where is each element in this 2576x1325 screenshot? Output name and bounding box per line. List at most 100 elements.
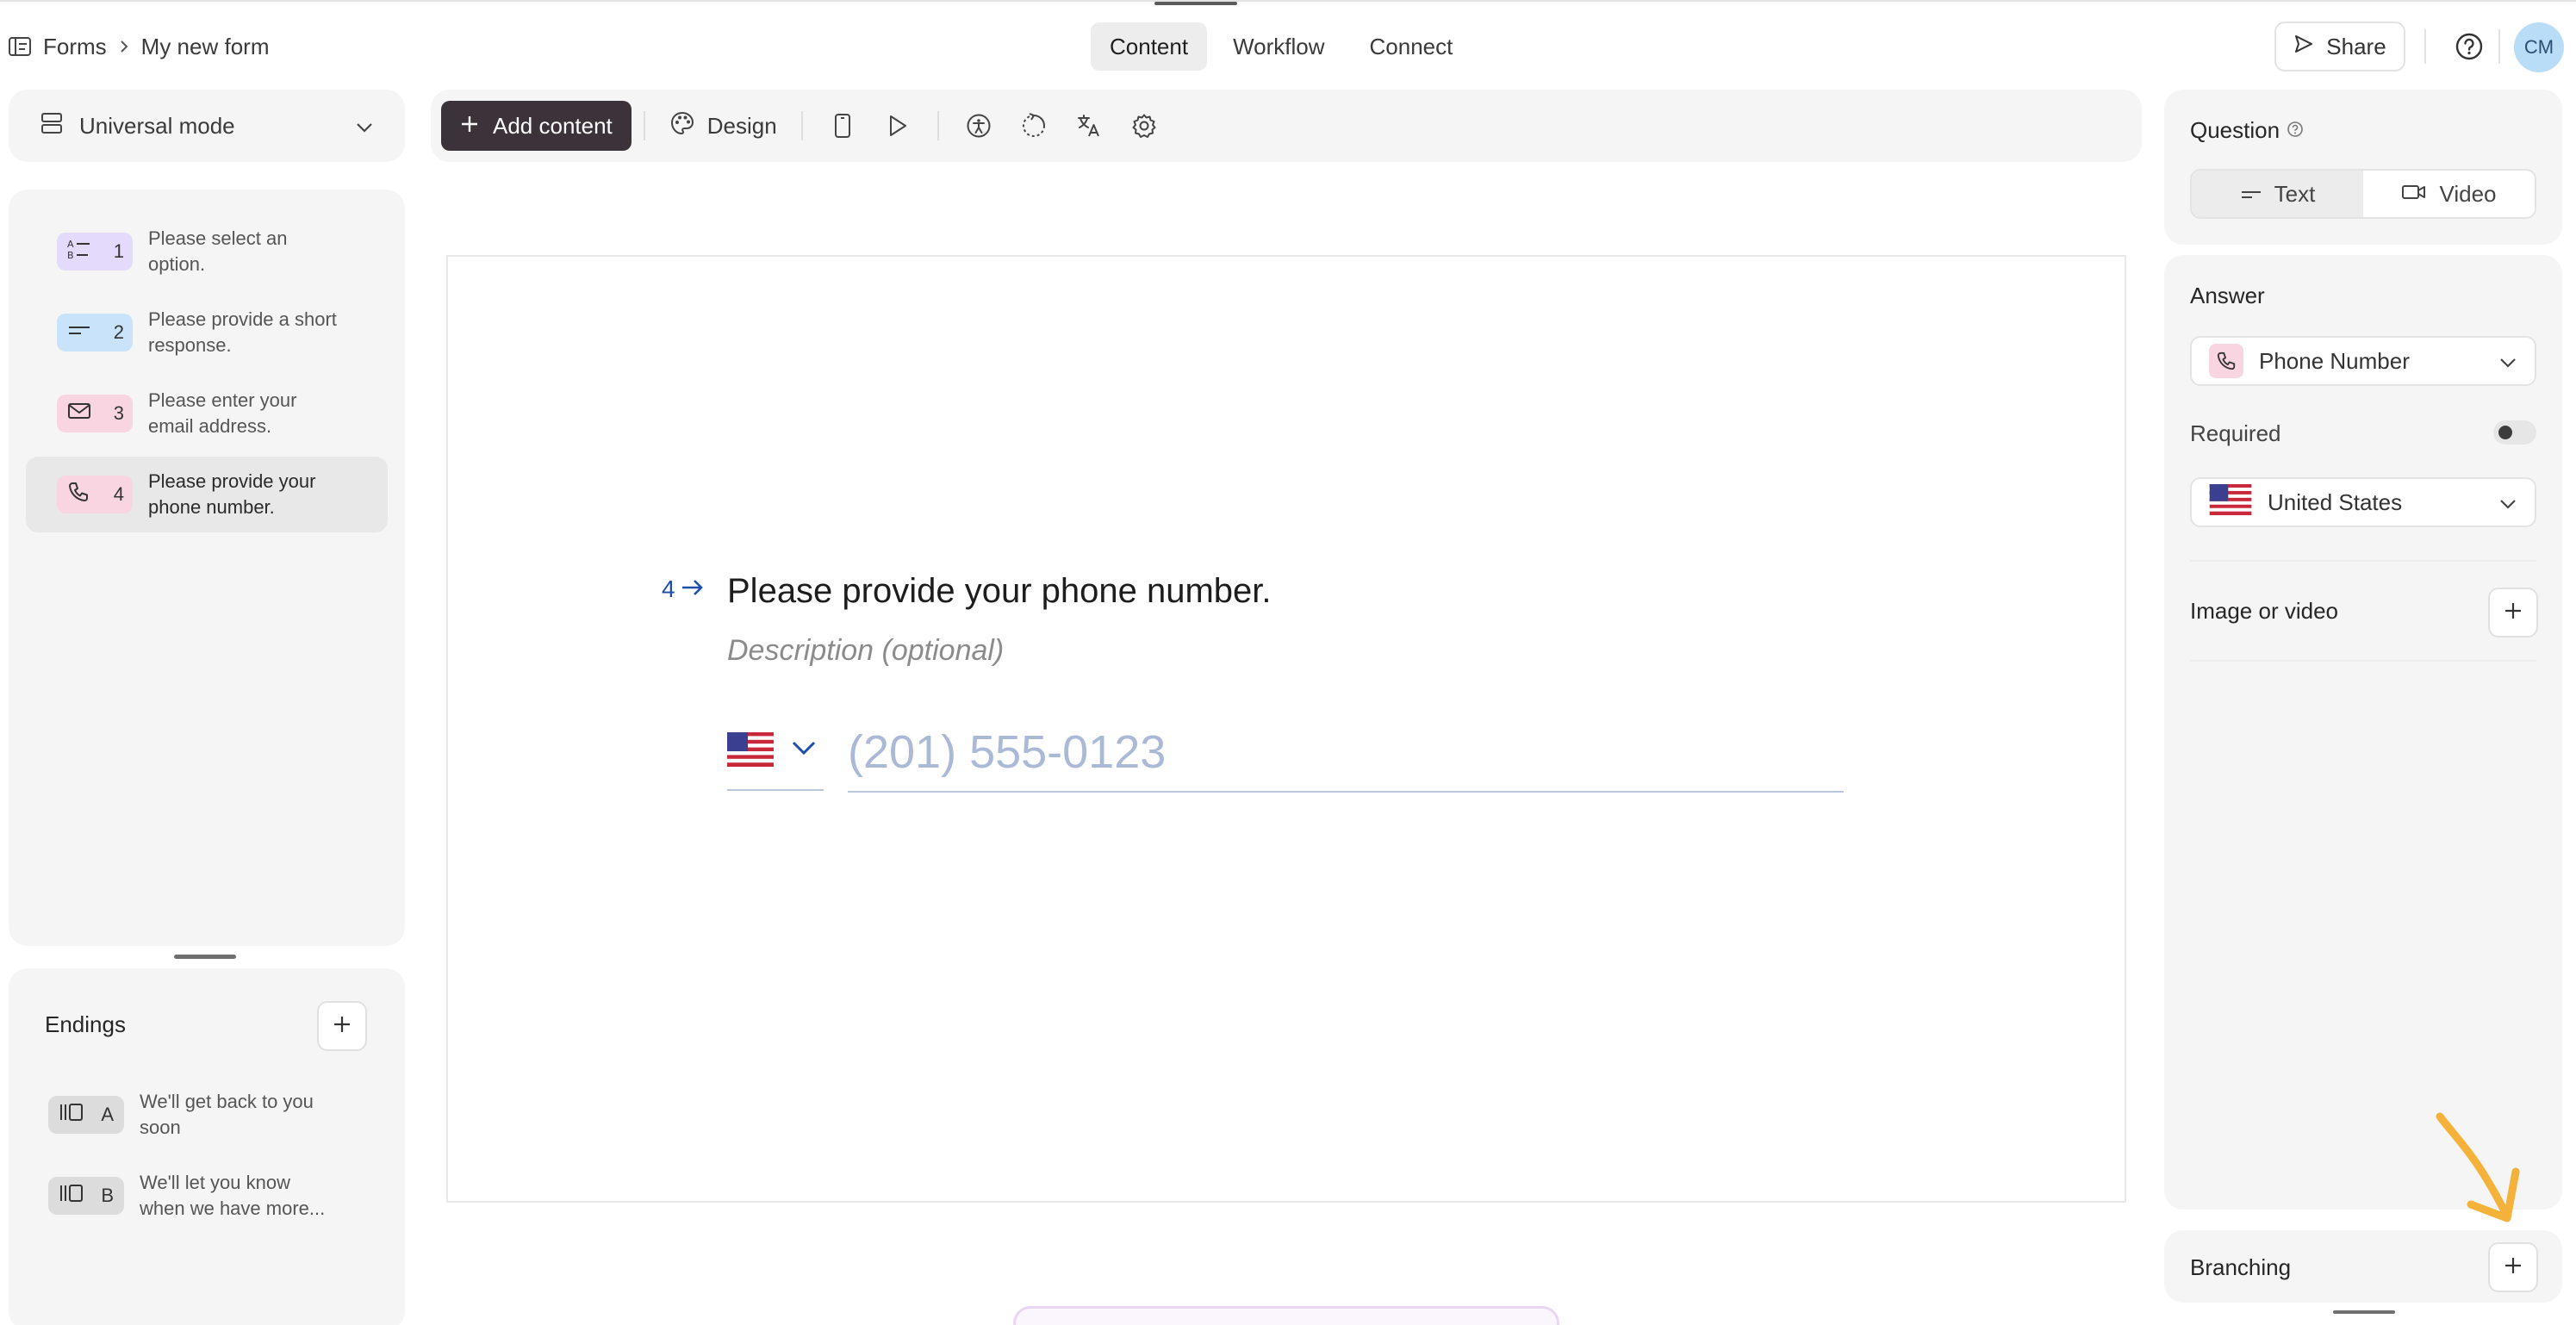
answer-type-label: Phone Number [2259,347,2410,374]
endings-panel: Endings A We'll get back to you soon B W… [9,968,405,1325]
video-mode-label: Video [2439,180,2497,207]
divider [643,111,645,140]
question-number-indicator: 4 [662,575,705,603]
breadcrumb-forms-link[interactable]: Forms [43,34,107,60]
design-button[interactable]: Design [657,110,789,142]
chevron-down-icon [355,113,374,140]
divider [2424,29,2426,64]
question-number: 4 [113,483,124,505]
share-button[interactable]: Share [2274,22,2405,72]
chevron-down-icon [2498,489,2517,516]
image-or-video-label: Image or video [2190,598,2338,624]
toggle-knob [2498,426,2512,439]
settings-icon[interactable] [1117,101,1172,151]
question-item-3[interactable]: 3 Please enter your email address. [26,376,388,451]
play-icon[interactable] [870,101,925,151]
accessibility-icon[interactable] [951,101,1006,151]
question-mode-video[interactable]: Video [2363,171,2535,217]
add-content-label: Add content [493,112,613,139]
email-icon [67,401,91,426]
question-item-4[interactable]: 4 Please provide your phone number. [26,457,388,532]
plus-icon [2503,1255,2523,1280]
question-label: Question [2190,117,2280,143]
question-item-1[interactable]: AB 1 Please select an option. [26,214,388,289]
send-icon [2293,34,2314,60]
ending-text: We'll get back to you soon [140,1091,314,1138]
avatar[interactable]: CM [2514,22,2564,72]
phone-number-input[interactable]: (201) 555-0123 [848,720,1844,793]
required-toggle[interactable] [2493,420,2536,445]
us-flag-icon [727,732,774,771]
short-text-icon [67,321,91,344]
divider [2190,660,2536,662]
forms-icon[interactable] [9,37,31,56]
info-icon[interactable] [2287,117,2304,144]
video-icon [2401,181,2427,208]
loader-icon[interactable] [1006,101,1061,151]
panel-resize-handle[interactable] [174,955,236,959]
translate-icon[interactable] [1061,101,1117,151]
phone-icon [2209,344,2243,378]
short-text-icon [2240,181,2262,208]
add-branching-button[interactable] [2488,1242,2538,1292]
mode-selector[interactable]: Universal mode [9,90,405,162]
top-bar: Forms My new form Content Workflow Conne… [0,0,2576,90]
tab-workflow[interactable]: Workflow [1214,22,1343,71]
add-media-button[interactable] [2488,588,2538,638]
question-text: Please provide a short response. [148,308,337,356]
question-section-title: Question [2190,117,2304,144]
question-type-badge: AB 1 [57,233,133,271]
required-label: Required [2190,420,2281,446]
mobile-preview-icon[interactable] [815,101,870,151]
divider [2190,560,2536,562]
question-type-badge: 4 [57,476,133,513]
question-mode-toggle: Text Video [2190,169,2536,219]
editor-toolbar: Add content Design [431,90,2142,162]
country-select[interactable]: United States [2190,477,2536,527]
question-number: 2 [113,321,124,343]
ending-badge: B [48,1177,124,1215]
arrow-right-icon [681,575,705,603]
answer-section-title: Answer [2190,283,2265,308]
design-label: Design [706,112,777,139]
ending-letter: B [101,1185,114,1206]
plus-icon [460,113,479,140]
text-mode-label: Text [2274,180,2316,207]
ending-letter: A [101,1104,114,1125]
answer-settings-panel: Answer Phone Number Required United Stat… [2164,255,2562,1210]
panel-resize-handle[interactable] [2333,1310,2395,1314]
question-number: 4 [662,575,675,602]
country-code-select[interactable] [727,725,824,791]
endings-title: Endings [45,1011,126,1037]
branching-label: Branching [2190,1254,2292,1280]
main-tabs: Content Workflow Connect [1091,22,1472,71]
tab-content[interactable]: Content [1091,22,1208,71]
answer-type-select[interactable]: Phone Number [2190,336,2536,386]
help-icon[interactable] [2454,31,2485,62]
question-text: Please select an option. [148,227,288,275]
ending-item-a[interactable]: A We'll get back to you soon [48,1089,338,1141]
description-field[interactable]: Description (optional) [727,634,1004,668]
question-text: Please enter your email address. [148,389,297,437]
share-label: Share [2326,33,2386,59]
question-number: 1 [113,240,124,262]
mode-label: Universal mode [79,112,235,139]
question-item-2[interactable]: 2 Please provide a short response. [26,295,388,370]
chevron-right-icon [119,39,129,54]
add-ending-button[interactable] [317,1001,367,1051]
tab-connect[interactable]: Connect [1351,22,1472,71]
next-question-preview[interactable] [1013,1306,1559,1325]
country-label: United States [2268,488,2403,515]
ending-item-b[interactable]: B We'll let you know when we have more..… [48,1170,338,1222]
breadcrumb-form-name[interactable]: My new form [141,34,270,60]
svg-text:B: B [67,250,74,260]
ending-icon [59,1102,84,1128]
plus-icon [2503,600,2523,625]
question-mode-text[interactable]: Text [2192,171,2363,217]
question-title[interactable]: Please provide your phone number. [727,572,1272,611]
add-content-button[interactable]: Add content [441,101,632,151]
divider [2498,29,2500,64]
multiple-choice-icon: AB [67,238,91,265]
ending-text: We'll let you know when we have more... [140,1172,326,1219]
layers-icon [40,111,64,141]
